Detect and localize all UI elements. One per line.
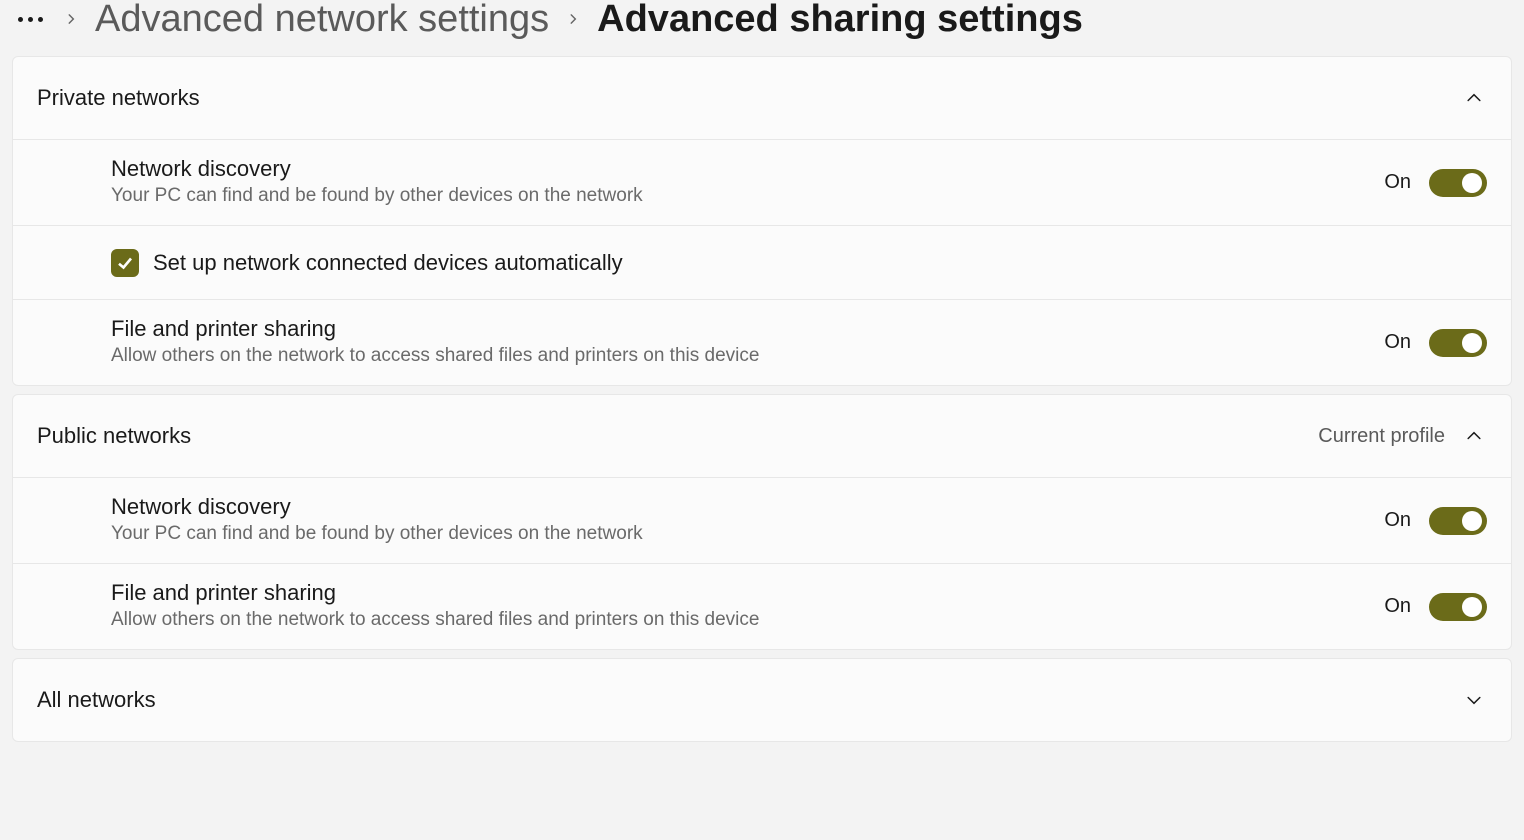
row-title: Network discovery <box>111 156 1384 182</box>
row-title: File and printer sharing <box>111 316 1384 342</box>
auto-setup-checkbox[interactable] <box>111 249 139 277</box>
public-network-discovery-row: Network discovery Your PC can find and b… <box>13 477 1511 563</box>
private-file-sharing-toggle[interactable] <box>1429 329 1487 357</box>
row-text: Network discovery Your PC can find and b… <box>111 156 1384 209</box>
private-networks-header[interactable]: Private networks <box>13 57 1511 139</box>
private-networks-section: Private networks Network discovery Your … <box>12 56 1512 386</box>
checkbox-label: Set up network connected devices automat… <box>153 250 623 276</box>
chevron-right-icon <box>563 9 583 29</box>
private-network-discovery-row: Network discovery Your PC can find and b… <box>13 139 1511 225</box>
chevron-up-icon <box>1461 423 1487 449</box>
breadcrumb-more-button[interactable] <box>14 9 47 30</box>
row-title: File and printer sharing <box>111 580 1384 606</box>
toggle-state-label: On <box>1384 331 1411 354</box>
public-file-sharing-toggle[interactable] <box>1429 593 1487 621</box>
public-networks-section: Public networks Current profile Network … <box>12 394 1512 650</box>
public-network-discovery-toggle[interactable] <box>1429 507 1487 535</box>
toggle-state-label: On <box>1384 171 1411 194</box>
row-description: Your PC can find and be found by other d… <box>111 184 1384 209</box>
row-text: Network discovery Your PC can find and b… <box>111 494 1384 547</box>
row-description: Allow others on the network to access sh… <box>111 344 1384 369</box>
current-profile-badge: Current profile <box>1318 425 1445 448</box>
row-description: Allow others on the network to access sh… <box>111 608 1384 633</box>
section-title: All networks <box>37 687 1461 713</box>
row-text: File and printer sharing Allow others on… <box>111 316 1384 369</box>
check-icon <box>116 254 134 272</box>
public-networks-header[interactable]: Public networks Current profile <box>13 395 1511 477</box>
private-file-sharing-row: File and printer sharing Allow others on… <box>13 299 1511 385</box>
all-networks-header[interactable]: All networks <box>13 659 1511 741</box>
toggle-wrap: On <box>1384 329 1487 357</box>
section-title: Private networks <box>37 85 1461 111</box>
toggle-wrap: On <box>1384 593 1487 621</box>
public-file-sharing-row: File and printer sharing Allow others on… <box>13 563 1511 649</box>
chevron-down-icon <box>1461 687 1487 713</box>
all-networks-section: All networks <box>12 658 1512 742</box>
chevron-right-icon <box>61 9 81 29</box>
toggle-wrap: On <box>1384 169 1487 197</box>
toggle-state-label: On <box>1384 509 1411 532</box>
toggle-wrap: On <box>1384 507 1487 535</box>
breadcrumb-current: Advanced sharing settings <box>597 0 1083 38</box>
row-text: File and printer sharing Allow others on… <box>111 580 1384 633</box>
private-network-discovery-toggle[interactable] <box>1429 169 1487 197</box>
breadcrumb: Advanced network settings Advanced shari… <box>0 0 1524 56</box>
toggle-state-label: On <box>1384 595 1411 618</box>
breadcrumb-parent-link[interactable]: Advanced network settings <box>95 0 549 38</box>
row-title: Network discovery <box>111 494 1384 520</box>
auto-setup-row: Set up network connected devices automat… <box>13 225 1511 299</box>
section-title: Public networks <box>37 423 1318 449</box>
chevron-up-icon <box>1461 85 1487 111</box>
row-description: Your PC can find and be found by other d… <box>111 522 1384 547</box>
